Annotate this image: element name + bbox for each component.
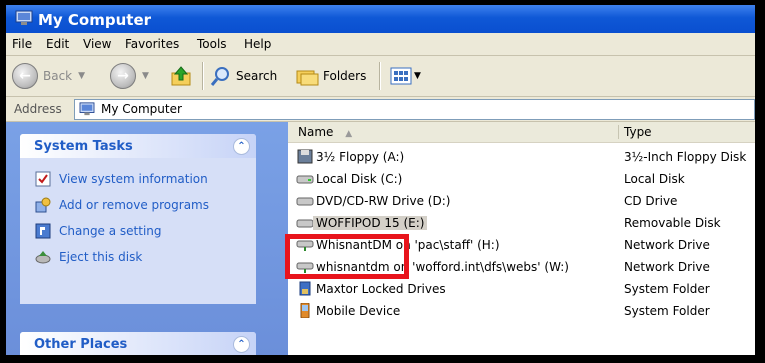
back-arrow-icon: ← (12, 63, 38, 89)
add-remove-programs-icon (35, 197, 51, 213)
task-view-system-info[interactable]: View system information (20, 166, 256, 192)
forward-button[interactable]: → ▼ (110, 56, 149, 96)
system-tasks-header[interactable]: System Tasks ⌃ (20, 134, 256, 158)
other-places-header[interactable]: Other Places ⌃ (20, 332, 256, 355)
floppy-icon (297, 149, 313, 164)
system-tasks-title: System Tasks (34, 139, 133, 154)
file-name: WOFFIPOD 15 (E:) (313, 215, 428, 230)
hard-drive-icon (296, 175, 314, 184)
file-name: Mobile Device (316, 303, 401, 318)
file-row-floppy[interactable]: 3½ Floppy (A:) 3½-Inch Floppy Disk (288, 146, 755, 168)
column-divider[interactable] (618, 125, 619, 139)
file-name: Maxtor Locked Drives (316, 281, 446, 296)
file-type: 3½-Inch Floppy Disk (624, 150, 747, 164)
removable-disk-icon (296, 219, 314, 228)
file-row-maxtor[interactable]: Maxtor Locked Drives System Folder (288, 278, 755, 300)
file-row-woffipod[interactable]: WOFFIPOD 15 (E:) Removable Disk (288, 212, 755, 234)
system-tasks-panel: System Tasks ⌃ View system information A… (20, 134, 256, 304)
column-name-label: Name (298, 125, 334, 139)
task-pane: System Tasks ⌃ View system information A… (6, 122, 288, 355)
column-name[interactable]: Name ▲ (298, 125, 618, 142)
system-folder-icon (299, 281, 311, 296)
other-places-panel: Other Places ⌃ (20, 332, 256, 355)
file-row-dvd-drive[interactable]: DVD/CD-RW Drive (D:) CD Drive (288, 190, 755, 212)
collapse-chevron-icon[interactable]: ⌃ (233, 138, 250, 155)
file-name: Local Disk (C:) (316, 171, 403, 186)
file-type: System Folder (624, 282, 710, 296)
task-change-setting[interactable]: Change a setting (20, 218, 256, 244)
menu-file[interactable]: File (12, 37, 32, 51)
window-title: My Computer (38, 11, 152, 29)
address-value: My Computer (101, 102, 182, 116)
views-button[interactable]: ▼ (390, 56, 421, 96)
views-icon (390, 67, 412, 85)
collapse-chevron-icon[interactable]: ⌃ (233, 336, 250, 353)
folders-button[interactable]: Folders (295, 56, 366, 96)
column-type-label: Type (624, 125, 652, 139)
address-field[interactable]: My Computer (74, 99, 755, 120)
file-type: System Folder (624, 304, 710, 318)
file-type: Removable Disk (624, 216, 721, 230)
menu-bar: File Edit View Favorites Tools Help (6, 33, 755, 56)
file-row-mobile-device[interactable]: Mobile Device System Folder (288, 300, 755, 322)
up-folder-button[interactable] (170, 56, 192, 96)
back-button[interactable]: ← Back ▼ (12, 56, 85, 96)
task-label: Change a setting (59, 224, 162, 238)
other-places-title: Other Places (34, 337, 128, 352)
search-label: Search (236, 69, 278, 83)
task-label: View system information (59, 172, 208, 186)
file-type: Local Disk (624, 172, 685, 186)
computer-icon (15, 10, 33, 25)
file-type: Network Drive (624, 238, 710, 252)
task-label: Add or remove programs (59, 198, 209, 212)
search-button[interactable]: Search (210, 56, 277, 96)
menu-edit[interactable]: Edit (46, 37, 69, 51)
file-type: CD Drive (624, 194, 678, 208)
file-name: 3½ Floppy (A:) (316, 149, 405, 164)
toolbar: ← Back ▼ → ▼ Search Folders ▼ (6, 56, 755, 97)
computer-icon (79, 102, 95, 116)
address-bar: Address My Computer (6, 97, 755, 122)
title-bar[interactable]: My Computer (6, 5, 755, 33)
menu-tools[interactable]: Tools (197, 37, 227, 51)
explorer-window: My Computer File Edit View Favorites Too… (6, 5, 755, 355)
address-label: Address (14, 102, 62, 116)
menu-view[interactable]: View (83, 37, 111, 51)
menu-help[interactable]: Help (244, 37, 271, 51)
system-info-icon (35, 171, 51, 187)
forward-arrow-icon: → (110, 63, 136, 89)
highlight-box (285, 234, 409, 279)
task-add-remove-programs[interactable]: Add or remove programs (20, 192, 256, 218)
eject-icon (35, 251, 51, 264)
column-headers: Name ▲ Type (288, 122, 755, 143)
sort-ascending-icon: ▲ (345, 129, 353, 139)
control-panel-icon (35, 223, 51, 239)
column-type[interactable]: Type (624, 125, 652, 139)
toolbar-separator (202, 62, 204, 90)
back-label: Back (43, 69, 73, 83)
task-label: Eject this disk (59, 250, 143, 264)
up-folder-icon (171, 66, 191, 86)
back-dropdown-icon[interactable]: ▼ (78, 71, 85, 81)
menu-favorites[interactable]: Favorites (125, 37, 179, 51)
file-type: Network Drive (624, 260, 710, 274)
folders-icon (296, 70, 319, 86)
task-eject-disk[interactable]: Eject this disk (20, 244, 256, 270)
cd-drive-icon (296, 197, 314, 206)
file-name: DVD/CD-RW Drive (D:) (316, 193, 451, 208)
file-row-local-disk[interactable]: Local Disk (C:) Local Disk (288, 168, 755, 190)
forward-dropdown-icon[interactable]: ▼ (142, 71, 149, 81)
views-dropdown-icon[interactable]: ▼ (414, 71, 421, 81)
mobile-device-icon (300, 303, 310, 318)
toolbar-separator (379, 62, 381, 90)
folders-label: Folders (323, 69, 367, 83)
search-icon (210, 67, 229, 86)
